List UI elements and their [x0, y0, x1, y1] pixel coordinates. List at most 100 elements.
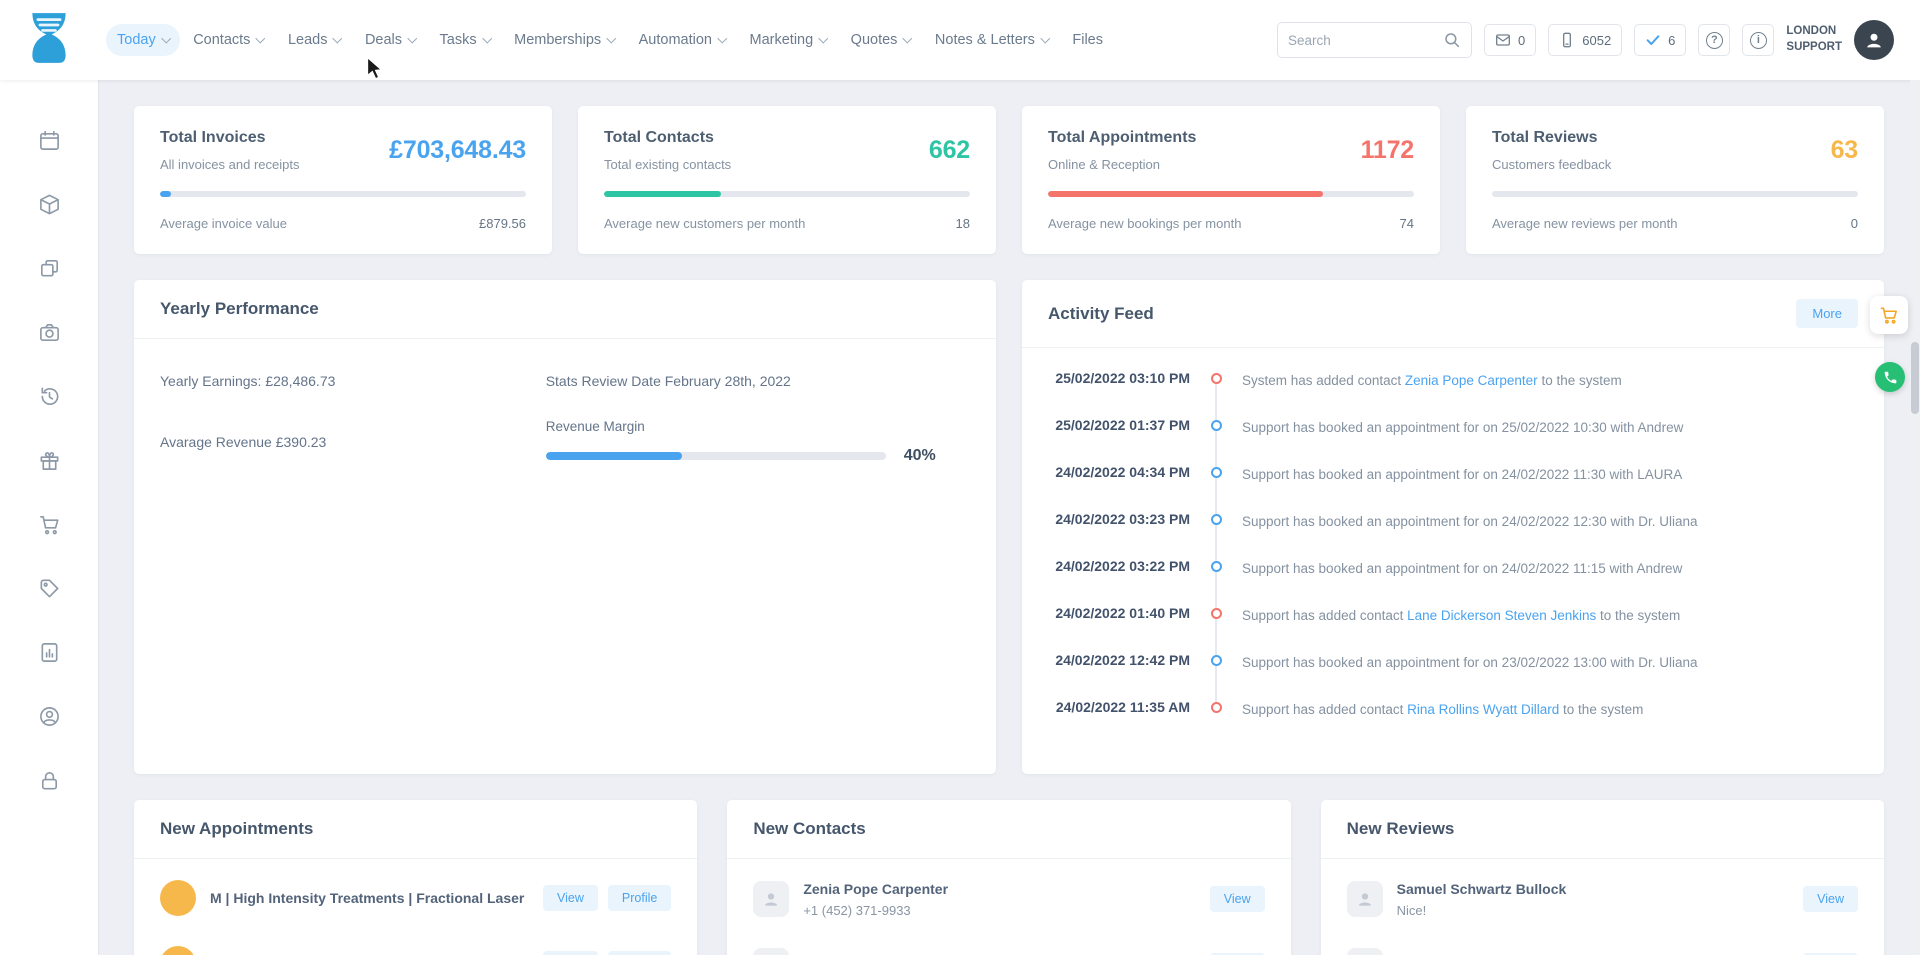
nav-item[interactable]: Tasks — [429, 24, 502, 56]
activity-dot-icon — [1211, 373, 1222, 384]
app-logo[interactable] — [26, 11, 72, 70]
search-box — [1277, 22, 1472, 58]
topbar-right: 0 6052 6 ? i LONDON SUPPORT — [1277, 20, 1894, 60]
nav-item[interactable]: Notes & Letters — [924, 24, 1059, 56]
stat-footer-label: Average new reviews per month — [1492, 216, 1677, 231]
sidebar-item-security[interactable] — [37, 768, 61, 792]
phone-counter[interactable]: 6052 — [1548, 24, 1622, 56]
sidebar-item-rooms[interactable] — [37, 256, 61, 280]
tasks-counter[interactable]: 6 — [1634, 24, 1686, 56]
package-icon — [38, 193, 61, 216]
mail-counter[interactable]: 0 — [1484, 24, 1536, 56]
info-button[interactable]: i — [1742, 24, 1774, 56]
nav-item[interactable]: Marketing — [739, 24, 838, 56]
search-icon[interactable] — [1443, 31, 1461, 49]
activity-title: Activity Feed — [1048, 304, 1154, 324]
activity-time: 25/02/2022 01:37 PM — [1048, 417, 1190, 433]
view-button[interactable]: View — [543, 951, 598, 955]
help-button[interactable]: ? — [1698, 24, 1730, 56]
sidebar-item-vouchers[interactable] — [37, 576, 61, 600]
nav-item[interactable]: Memberships — [503, 24, 626, 56]
search-input[interactable] — [1288, 33, 1443, 48]
nav-item[interactable]: Automation — [628, 24, 737, 56]
review-item: Samuel Schwartz Bullock Nice! View — [1347, 865, 1858, 933]
activity-dot-icon — [1211, 514, 1222, 525]
sidebar-item-reports[interactable] — [37, 640, 61, 664]
nav-item-label: Contacts — [193, 32, 250, 48]
chevron-down-icon — [256, 34, 265, 43]
history-icon — [38, 385, 61, 408]
stat-progress-track — [1048, 191, 1414, 197]
activity-dot-icon — [1211, 561, 1222, 572]
stat-title: Total Appointments — [1048, 129, 1196, 147]
sidebar-item-loyalty[interactable] — [37, 448, 61, 472]
sidebar-item-photos[interactable] — [37, 320, 61, 344]
yearly-performance-card: Yearly Performance Yearly Earnings: £28,… — [134, 280, 996, 774]
stat-footer-value: 74 — [1400, 216, 1414, 231]
sidebar-item-clients[interactable] — [37, 704, 61, 728]
logo-icon — [26, 11, 72, 65]
nav-item-label: Memberships — [514, 32, 601, 48]
activity-contact-link[interactable]: Rina Rollins Wyatt Dillard — [1407, 702, 1559, 717]
nav-item[interactable]: Deals — [354, 24, 427, 56]
activity-contact-link[interactable]: Lane Dickerson Steven Jenkins — [1407, 608, 1596, 623]
stat-labels: Total Appointments Online & Reception — [1048, 129, 1196, 172]
stat-title: Total Contacts — [604, 129, 731, 147]
stat-progress-fill — [160, 191, 171, 197]
contact-item: Zenia Pope Carpenter +1 (452) 371-9933 V… — [753, 865, 1264, 933]
review-item: Alex Stefan View — [1347, 933, 1858, 955]
contact-phone: +1 (452) 371-9933 — [803, 903, 948, 918]
appointment-name: M | High Intensity Treatments | Fraction… — [210, 889, 524, 907]
chevron-down-icon — [718, 34, 727, 43]
view-button[interactable]: View — [1210, 886, 1265, 912]
stat-card: Total Contacts Total existing contacts 6… — [578, 106, 996, 254]
whatsapp-fab-button[interactable] — [1875, 362, 1905, 392]
sidebar-item-purchases[interactable] — [37, 512, 61, 536]
stat-footer-label: Average invoice value — [160, 216, 287, 231]
revenue-margin-value: 40% — [904, 447, 936, 465]
activity-dot-icon — [1211, 655, 1222, 666]
user-avatar[interactable] — [1854, 20, 1894, 60]
revenue-margin-label: Revenue Margin — [546, 419, 970, 434]
activity-item: 24/02/2022 01:40 PM Support has added co… — [1048, 605, 1858, 652]
mail-icon — [1495, 32, 1511, 48]
revenue-margin-fill — [546, 452, 682, 460]
page-scrollbar[interactable] — [1910, 80, 1920, 955]
sidebar-item-history[interactable] — [37, 384, 61, 408]
profile-button[interactable]: Profile — [608, 885, 671, 911]
appointment-info: M | High Intensity Treatments | Fraction… — [210, 889, 534, 907]
scrollbar-thumb[interactable] — [1911, 342, 1919, 414]
nav-item[interactable]: Leads — [277, 24, 352, 56]
activity-text: Support has booked an appointment for on… — [1242, 652, 1858, 672]
view-button[interactable]: View — [543, 885, 598, 911]
nav-item[interactable]: Contacts — [182, 24, 275, 56]
stat-progress-track — [1492, 191, 1858, 197]
nav-item[interactable]: Quotes — [840, 24, 922, 56]
stat-labels: Total Reviews Customers feedback — [1492, 129, 1611, 172]
sidebar-item-calendar[interactable] — [37, 128, 61, 152]
activity-contact-link[interactable]: Zenia Pope Carpenter — [1405, 373, 1538, 388]
activity-dot-col — [1190, 558, 1242, 572]
view-button[interactable]: View — [1803, 886, 1858, 912]
stat-value: 662 — [929, 136, 970, 165]
cart-fab-button[interactable] — [1870, 296, 1908, 334]
nav-item[interactable]: Today — [106, 24, 180, 56]
profile-button[interactable]: Profile — [608, 951, 671, 955]
nav-item[interactable]: Files — [1061, 24, 1114, 56]
more-button[interactable]: More — [1796, 299, 1858, 328]
crm-dashboard: { "topnav": { "items": [ {"label": "Toda… — [0, 0, 1920, 955]
yearly-title: Yearly Performance — [160, 299, 319, 319]
activity-text-post: to the system — [1596, 608, 1680, 623]
nav-item-label: Deals — [365, 32, 402, 48]
yearly-body: Yearly Earnings: £28,486.73 Stats Review… — [134, 339, 996, 499]
new-reviews-list: Samuel Schwartz Bullock Nice! View — [1321, 859, 1884, 955]
new-appointments-title: New Appointments — [160, 819, 313, 839]
sidebar-item-products[interactable] — [37, 192, 61, 216]
activity-item: 25/02/2022 01:37 PM Support has booked a… — [1048, 417, 1858, 464]
phone-count: 6052 — [1582, 33, 1611, 48]
activity-time: 24/02/2022 12:42 PM — [1048, 652, 1190, 668]
activity-time: 24/02/2022 01:40 PM — [1048, 605, 1190, 621]
stat-title: Total Reviews — [1492, 129, 1611, 147]
location-line1: LONDON — [1786, 24, 1842, 40]
activity-dot-icon — [1211, 420, 1222, 431]
